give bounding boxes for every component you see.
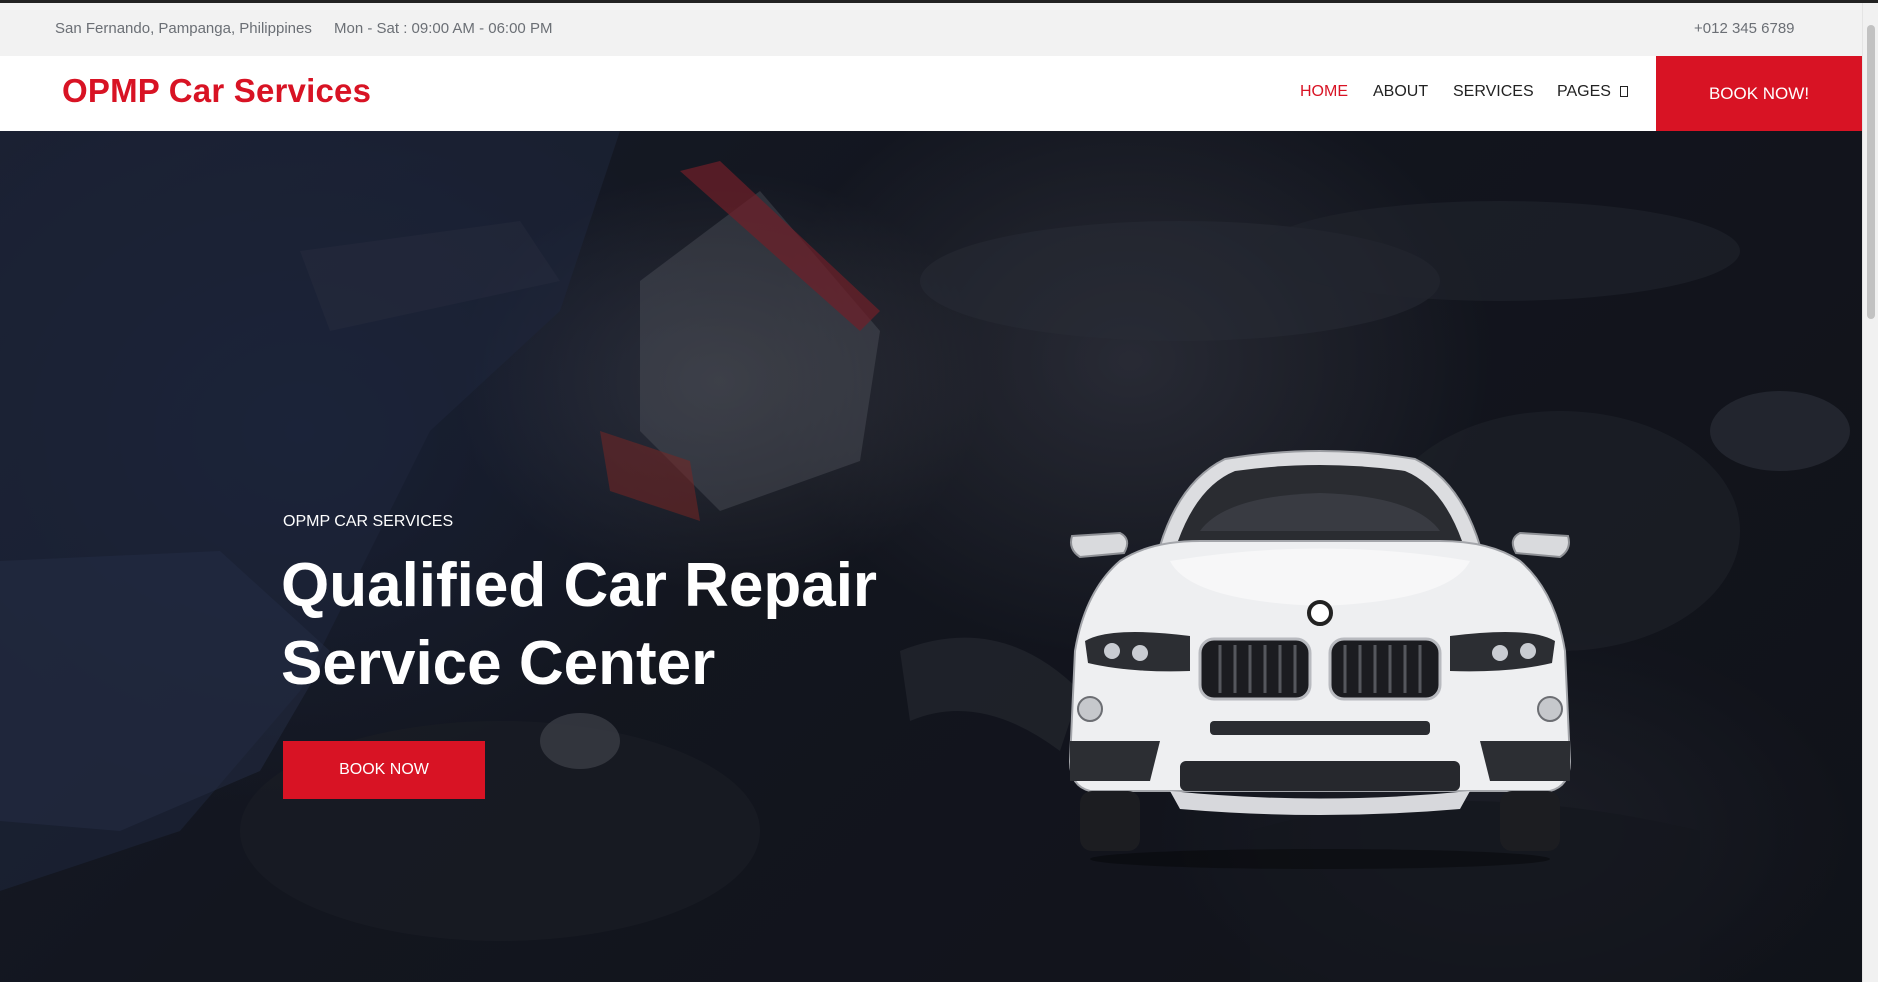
phone-text: +012 345 6789 [1694, 20, 1795, 37]
nav-about[interactable]: ABOUT [1373, 83, 1428, 101]
nav-home[interactable]: HOME [1300, 83, 1348, 101]
nav-pages-label: PAGES [1557, 83, 1611, 100]
hero-section: OPMP CAR SERVICES Qualified Car Repair S… [0, 131, 1862, 982]
chevron-down-icon [1619, 86, 1628, 97]
book-now-hero-button[interactable]: BOOK NOW [283, 741, 485, 799]
vertical-scrollbar[interactable] [1862, 3, 1878, 982]
opening-hours-text: Mon - Sat : 09:00 AM - 06:00 PM [334, 20, 553, 37]
top-info-bar: San Fernando, Pampanga, Philippines Mon … [0, 3, 1862, 56]
address-text: San Fernando, Pampanga, Philippines [55, 20, 312, 37]
hero-title: Qualified Car Repair Service Center [281, 551, 878, 698]
brand-logo[interactable]: OPMP Car Services [62, 72, 371, 110]
scrollbar-thumb[interactable] [1867, 25, 1875, 319]
main-navbar: OPMP Car Services HOME ABOUT SERVICES PA… [0, 56, 1862, 131]
nav-pages-dropdown[interactable]: PAGES [1557, 83, 1628, 101]
nav-services[interactable]: SERVICES [1453, 83, 1534, 101]
book-now-header-button[interactable]: BOOK NOW! [1656, 56, 1862, 131]
car-image [1068, 450, 1572, 869]
hero-kicker: OPMP CAR SERVICES [283, 513, 454, 530]
